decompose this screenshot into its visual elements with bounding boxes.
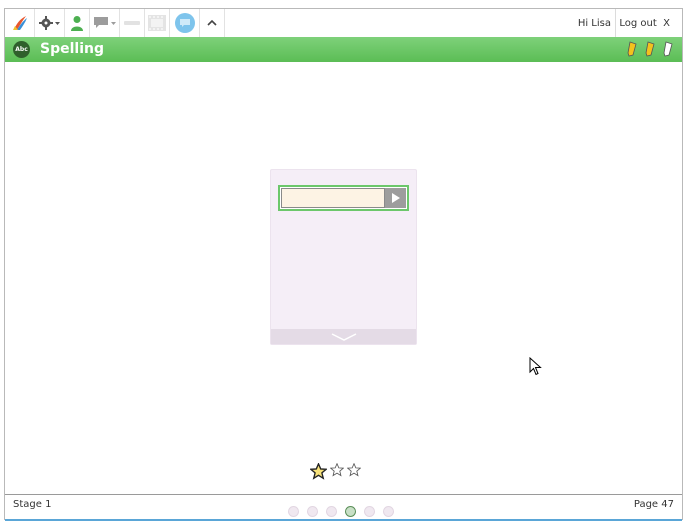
pencil-icon [627,41,637,57]
stage-label: Stage 1 [13,499,52,510]
logout-label[interactable]: Log out [619,18,656,29]
star-empty-icon [330,463,344,477]
page-title: Spelling [40,41,104,57]
star-empty-icon [347,463,361,477]
user-greeting: Hi Lisa [578,9,616,37]
page-dots [288,506,394,517]
settings-gear-icon[interactable] [35,9,65,37]
collapse-caret-icon[interactable] [200,9,225,37]
user-icon[interactable] [65,9,90,37]
submit-button[interactable] [385,188,406,208]
page-dot[interactable] [288,506,299,517]
app-logo-icon[interactable] [5,9,35,37]
play-arrow-icon [391,193,400,203]
spelling-panel [270,169,417,345]
answer-input[interactable] [281,188,385,208]
pencil-icon [663,41,673,57]
chevron-down-icon [331,332,356,341]
film-icon[interactable] [145,9,170,37]
page-dot[interactable] [364,506,375,517]
logout-link[interactable]: Log out X [619,9,670,37]
page-dot[interactable] [326,506,337,517]
page-dot[interactable] [383,506,394,517]
message-bubble-icon[interactable] [170,9,200,37]
minus-icon[interactable] [120,9,145,37]
page-dot[interactable] [345,506,356,517]
close-label[interactable]: X [663,18,670,29]
activity-title-bar: Abc Spelling [5,37,682,62]
footer-divider [5,494,682,495]
star-filled-icon [310,463,327,480]
bottom-accent-strip [5,519,682,521]
star-rating [310,463,361,480]
mouse-cursor-icon [529,357,542,376]
answer-input-wrapper [278,185,409,211]
top-toolbar: Hi Lisa Log out X [5,9,682,38]
pencil-icon [645,41,655,57]
page-dot[interactable] [307,506,318,517]
chat-icon[interactable] [90,9,120,37]
expand-panel-button[interactable] [271,329,416,344]
page-number: Page 47 [633,499,674,510]
spelling-abc-icon: Abc [13,41,30,58]
